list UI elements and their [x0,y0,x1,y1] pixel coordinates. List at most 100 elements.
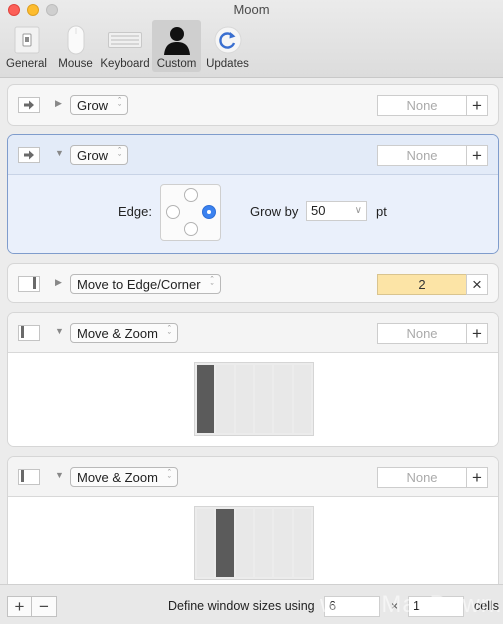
grid-cell[interactable] [274,365,292,433]
grow-by-unit: pt [376,204,387,219]
mouse-icon [67,25,85,55]
person-silhouette-icon [162,25,192,55]
disclosure-triangle-expanded-icon[interactable]: ▼ [55,148,64,158]
tab-keyboard[interactable]: Keyboard [100,20,150,72]
shortcut-recorder: 2 × [377,274,488,295]
tab-updates-label: Updates [206,58,249,70]
shortcut-field[interactable]: None [377,145,466,166]
action-row[interactable]: ▼ Move & Zoom ˆˇ None + [7,456,499,584]
grow-by-value: 50 [311,203,326,218]
times-symbol: × [391,599,399,613]
bottom-bar: + − Define window sizes using 6 × 1 cell… [0,584,503,624]
define-window-sizes-label: Define window sizes using [168,599,315,613]
action-type-popup[interactable]: Move to Edge/Corner ˆˇ [70,274,221,294]
grid-cell[interactable] [254,365,273,433]
arrow-right-icon [23,98,35,113]
action-type-popup[interactable]: Move & Zoom ˆˇ [70,467,178,487]
window-left-column-icon [19,325,39,342]
tab-custom-label: Custom [156,58,197,70]
title-bar: Moom General Mouse Keyboard Custom Updat… [0,0,503,78]
action-header: ▼ Move & Zoom ˆˇ None + [8,457,498,497]
disclosure-triangle-expanded-icon[interactable]: ▼ [55,470,64,480]
rows-field[interactable]: 1 [408,596,464,617]
tab-updates[interactable]: Updates [203,20,252,72]
edge-radio-right[interactable] [202,205,216,219]
action-header: ▼ Grow ˆˇ None + [8,135,498,175]
action-header: ▶ Grow ˆˇ None + [8,85,498,125]
add-shortcut-button[interactable]: + [466,145,488,166]
action-type-popup[interactable]: Move & Zoom ˆˇ [70,323,178,343]
columns-field[interactable]: 6 [324,596,380,617]
action-kind-button[interactable] [18,97,40,113]
window-edge-icon [19,276,39,293]
shortcut-recorder: None + [377,467,488,488]
tab-general[interactable]: General [2,20,51,72]
action-row[interactable]: ▼ Move & Zoom ˆˇ None + [7,312,499,447]
custom-actions-list: ▶ Grow ˆˇ None + ▼ Grow ˆˇ None + Edge: … [0,79,503,584]
updown-chevron-icon: ˆˇ [167,468,171,485]
disclosure-triangle-collapsed-icon[interactable]: ▶ [55,277,62,288]
action-type-popup[interactable]: Grow ˆˇ [70,95,129,115]
preferences-toolbar: General Mouse Keyboard Custom Updates [2,20,252,72]
grid-cell[interactable] [197,509,215,577]
tab-mouse[interactable]: Mouse [51,20,100,72]
grid-cell-selected[interactable] [216,509,234,577]
grow-by-label: Grow by [250,204,299,219]
grow-by-combobox[interactable]: 50 ∨ [306,201,367,221]
add-shortcut-button[interactable]: + [466,95,488,116]
grid-cell[interactable] [235,365,253,433]
action-row-selected[interactable]: ▼ Grow ˆˇ None + Edge: Grow by 50 ∨ pt [7,134,499,254]
shortcut-recorder: None + [377,323,488,344]
arrow-right-icon [23,148,35,163]
refresh-arrow-icon [214,25,242,55]
action-kind-button[interactable] [18,147,40,163]
chevron-down-icon[interactable]: ∨ [355,202,362,220]
shortcut-recorder: None + [377,145,488,166]
action-row[interactable]: ▶ Grow ˆˇ None + [7,84,499,126]
edge-label: Edge: [118,204,152,219]
add-shortcut-button[interactable]: + [466,323,488,344]
clear-shortcut-button[interactable]: × [466,274,488,295]
add-shortcut-button[interactable]: + [466,467,488,488]
shortcut-field[interactable]: None [377,323,466,344]
disclosure-triangle-expanded-icon[interactable]: ▼ [55,326,64,336]
grid-cell[interactable] [216,365,234,433]
action-type-label: Move & Zoom [77,325,158,341]
action-type-popup[interactable]: Grow ˆˇ [70,145,129,165]
edge-radio-left[interactable] [166,205,180,219]
action-kind-button[interactable] [18,469,40,485]
grid-preview[interactable] [194,362,314,436]
shortcut-field[interactable]: None [377,467,466,488]
grid-preview[interactable] [194,506,314,580]
action-header: ▼ Move & Zoom ˆˇ None + [8,313,498,353]
grid-cell-selected[interactable] [197,365,215,433]
disclosure-triangle-collapsed-icon[interactable]: ▶ [55,98,62,109]
action-kind-button[interactable] [18,276,40,292]
action-type-label: Grow [77,97,109,113]
action-type-label: Grow [77,147,109,163]
shortcut-field[interactable]: None [377,95,466,116]
window-left-column-icon [19,469,39,486]
updown-chevron-icon: ˆˇ [210,275,214,292]
action-type-label: Move & Zoom [77,469,158,485]
tab-mouse-label: Mouse [58,58,93,70]
tab-custom[interactable]: Custom [152,20,201,72]
grid-cell[interactable] [254,509,273,577]
tab-general-label: General [6,58,47,70]
action-row[interactable]: ▶ Move to Edge/Corner ˆˇ 2 × [7,263,499,303]
grid-cell[interactable] [293,365,311,433]
updown-chevron-icon: ˆˇ [118,146,122,163]
edge-radio-top[interactable] [184,188,198,202]
shortcut-field[interactable]: 2 [377,274,466,295]
action-type-label: Move to Edge/Corner [77,276,201,292]
remove-action-button[interactable]: − [32,596,57,617]
grow-options: Edge: Grow by 50 ∨ pt [8,175,498,253]
grid-cell[interactable] [235,509,253,577]
cells-label: cells [474,599,500,613]
action-kind-button[interactable] [18,325,40,341]
add-remove-control: + − [7,596,57,617]
grid-cell[interactable] [274,509,292,577]
edge-radio-bottom[interactable] [184,222,198,236]
add-action-button[interactable]: + [7,596,32,617]
grid-cell[interactable] [293,509,311,577]
